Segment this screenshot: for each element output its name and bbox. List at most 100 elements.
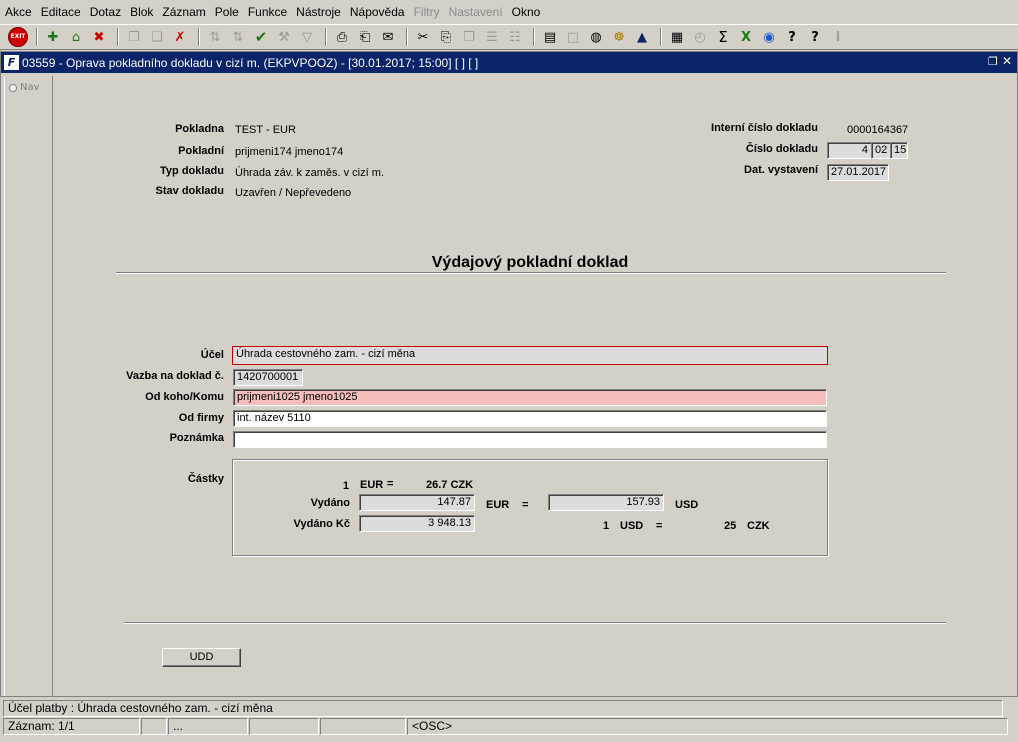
- cislo-dokladu-part2: 02: [871, 142, 891, 159]
- save-record-icon[interactable]: ⌂: [66, 27, 86, 47]
- settings-icon[interactable]: ☸: [609, 27, 629, 47]
- pyramid-icon[interactable]: ▲: [632, 27, 652, 47]
- copy-record-icon[interactable]: ❐: [124, 27, 144, 47]
- usd-rate-amount: 1: [603, 520, 610, 532]
- interni-cislo-label: Interní číslo dokladu: [711, 122, 818, 134]
- toolbar-separator: [117, 28, 119, 46]
- print-icon[interactable]: ⎙: [332, 27, 352, 47]
- vydano-field[interactable]: 147.87: [359, 494, 475, 511]
- paste-icon[interactable]: ❐: [459, 27, 479, 47]
- copy-icon[interactable]: ⎘: [436, 27, 456, 47]
- radio-icon: [9, 83, 17, 92]
- menu-okno[interactable]: Okno: [511, 4, 542, 20]
- pokladna-label: Pokladna: [175, 123, 224, 135]
- udd-button[interactable]: UDD: [162, 648, 241, 667]
- document-icon[interactable]: □: [563, 27, 583, 47]
- menu-blok[interactable]: Blok: [129, 4, 154, 20]
- menu-zaznam[interactable]: Záznam: [161, 4, 206, 20]
- status-message: Účel platby : Úhrada cestovného zam. - c…: [3, 700, 1003, 717]
- menu-filtry: Filtry: [413, 5, 440, 19]
- menu-dotaz[interactable]: Dotaz: [89, 4, 122, 20]
- restore-icon[interactable]: ❐: [988, 55, 1001, 68]
- status-osc: <OSC>: [407, 718, 1008, 735]
- rate-equals: =: [387, 478, 394, 490]
- menu-nastroje[interactable]: Nástroje: [295, 4, 342, 20]
- window-titlebar: F 03559 - Oprava pokladního dokladu v ci…: [1, 52, 1017, 73]
- ucel-field[interactable]: Úhrada cestovného zam. - cizí měna: [232, 346, 828, 365]
- cislo-dokladu-label: Číslo dokladu: [745, 143, 818, 155]
- usd-rate-czk: CZK: [747, 520, 770, 532]
- filter-icon[interactable]: ▽: [297, 27, 317, 47]
- toolbar-separator: [660, 28, 662, 46]
- vydano-kc-field[interactable]: 3 948.13: [359, 515, 475, 532]
- chart-icon[interactable]: ▦: [667, 27, 687, 47]
- excel-icon[interactable]: X: [736, 27, 756, 47]
- od-koho-field[interactable]: prijmeni1025 jmeno1025: [233, 389, 827, 406]
- od-firmy-field[interactable]: int. název 5110: [233, 410, 827, 427]
- info-icon[interactable]: i: [828, 27, 848, 47]
- toolbar-separator: [325, 28, 327, 46]
- vydano-currency: EUR: [486, 499, 510, 511]
- report-icon[interactable]: ▤: [540, 27, 560, 47]
- mail-icon[interactable]: ✉: [378, 27, 398, 47]
- menu-editace[interactable]: Editace: [40, 4, 82, 20]
- vydano-equals: =: [522, 499, 529, 511]
- exit-icon[interactable]: EXIT: [8, 27, 28, 47]
- vydano-usd-field[interactable]: 157.93: [548, 494, 664, 511]
- status-cell-4: [249, 718, 319, 735]
- menu-pole[interactable]: Pole: [214, 4, 240, 20]
- list-icon[interactable]: ☰: [482, 27, 502, 47]
- pokladna-value: TEST - EUR: [235, 124, 296, 136]
- castky-label: Částky: [187, 473, 224, 485]
- print-preview-icon[interactable]: ⎗: [355, 27, 375, 47]
- cut-icon[interactable]: ✂: [413, 27, 433, 47]
- menu-akce[interactable]: Akce: [4, 4, 33, 20]
- toolbar: EXIT ✚ ⌂ ✖ ❐ ❑ ✗ ⇅ ⇅ ✔ ⚒ ▽ ⎙ ⎗ ✉ ✂ ⎘ ❐ ☰…: [0, 24, 1018, 50]
- ucel-label: Účel: [200, 349, 224, 361]
- close-icon[interactable]: ✕: [1002, 54, 1014, 68]
- poznamka-label: Poznámka: [169, 432, 224, 444]
- usd-rate-value: 25: [724, 520, 737, 532]
- clock-icon[interactable]: ◴: [690, 27, 710, 47]
- clear-record-icon[interactable]: ✗: [170, 27, 190, 47]
- menu-napoveda[interactable]: Nápověda: [349, 4, 406, 20]
- interni-cislo-value: 0000164367: [847, 124, 909, 136]
- nav-pane: Nav: [4, 76, 53, 696]
- web-icon[interactable]: ◉: [759, 27, 779, 47]
- help-icon[interactable]: ?: [805, 27, 825, 47]
- insert-record-icon[interactable]: ✚: [43, 27, 63, 47]
- dat-vystaveni-label: Dat. vystavení: [744, 164, 818, 176]
- usd-rate-equals: =: [656, 520, 663, 532]
- sum-icon[interactable]: Σ: [713, 27, 733, 47]
- vydano-label: Vydáno: [310, 497, 350, 509]
- help-cursor-icon[interactable]: ?: [782, 27, 802, 47]
- menu-funkce[interactable]: Funkce: [247, 4, 288, 20]
- poznamka-field[interactable]: [233, 431, 827, 448]
- accept-icon[interactable]: ✔: [251, 27, 271, 47]
- divider-top: [116, 272, 946, 274]
- toolbar-separator: [198, 28, 200, 46]
- query-icon[interactable]: ⚒: [274, 27, 294, 47]
- vydano-usd-currency: USD: [675, 499, 699, 511]
- toolbar-separator: [533, 28, 535, 46]
- rate-amount: 1: [342, 480, 349, 492]
- menu-bar: Akce Editace Dotaz Blok Záznam Pole Funk…: [0, 0, 1018, 24]
- dat-vystaveni-field[interactable]: 27.01.2017: [827, 164, 889, 181]
- sort-desc-icon[interactable]: ⇅: [228, 27, 248, 47]
- globe-icon[interactable]: ◍: [586, 27, 606, 47]
- typ-dokladu-label: Typ dokladu: [160, 165, 224, 177]
- pokladni-label: Pokladní: [178, 145, 224, 157]
- nav-toggle[interactable]: Nav: [9, 82, 40, 93]
- sort-asc-icon[interactable]: ⇅: [205, 27, 225, 47]
- tree-icon[interactable]: ☷: [505, 27, 525, 47]
- od-firmy-label: Od firmy: [178, 412, 224, 424]
- form-heading: Výdajový pokladní doklad: [431, 254, 629, 271]
- status-cell-2: [141, 718, 167, 735]
- paste-record-icon[interactable]: ❑: [147, 27, 167, 47]
- menu-nastaveni: Nastavení: [448, 5, 503, 19]
- delete-record-icon[interactable]: ✖: [89, 27, 109, 47]
- vazba-label: Vazba na doklad č.: [126, 370, 224, 382]
- window-title: 03559 - Oprava pokladního dokladu v cizí…: [22, 55, 479, 70]
- vazba-field[interactable]: 1420700001: [233, 369, 303, 386]
- pokladni-value: prijmeni174 jmeno174: [235, 146, 344, 158]
